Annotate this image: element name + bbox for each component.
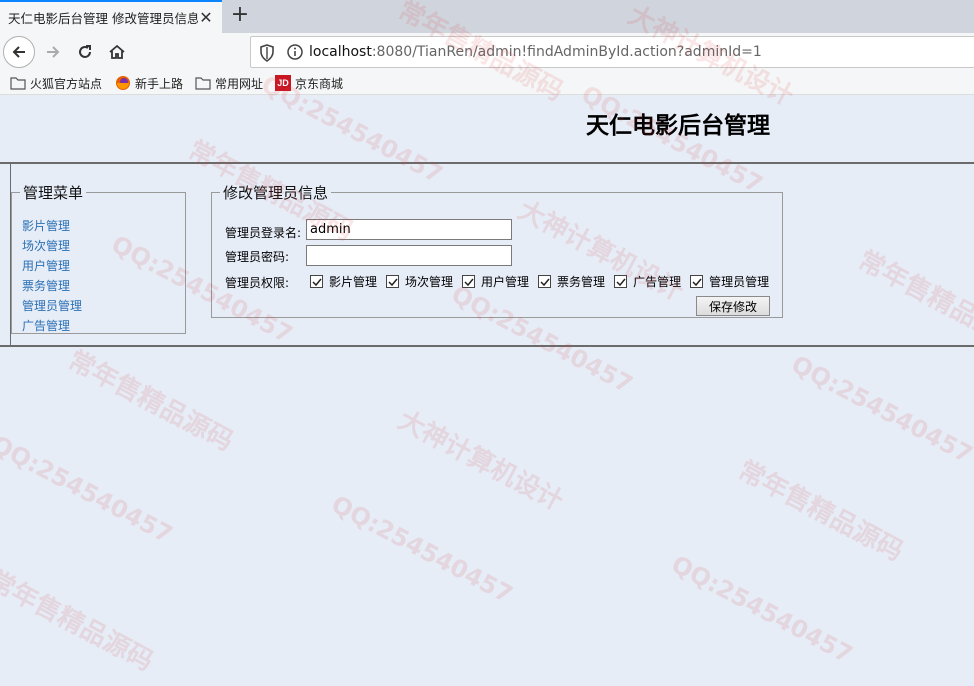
edit-admin-panel: 修改管理员信息 管理员登录名: 管理员密码: 管理员权限: 影片管理 场次管理 …: [211, 182, 783, 318]
save-button[interactable]: 保存修改: [696, 296, 770, 316]
active-tab[interactable]: 天仁电影后台管理 修改管理员信息 ✕: [0, 0, 222, 33]
perm-ads[interactable]: 广告管理: [614, 273, 681, 290]
folder-icon: [10, 77, 26, 90]
back-arrow-icon[interactable]: [3, 36, 35, 68]
tab-title: 天仁电影后台管理 修改管理员信息: [8, 11, 198, 26]
checkbox-checked[interactable]: [310, 275, 323, 288]
url-host: localhost: [309, 44, 372, 60]
perm-label: 影片管理: [329, 275, 378, 289]
url-path: :8080/TianRen/admin!findAdminById.action…: [371, 44, 762, 60]
bookmark-getting-started[interactable]: 新手上路: [115, 74, 183, 92]
bookmark-label: 新手上路: [135, 76, 184, 91]
perm-films[interactable]: 影片管理: [310, 273, 377, 290]
perm-tickets[interactable]: 票务管理: [538, 273, 605, 290]
perm-admins[interactable]: 管理员管理: [690, 273, 769, 290]
menu-item-films[interactable]: 影片管理: [22, 217, 82, 237]
menu-panel: 管理菜单 影片管理 场次管理 用户管理 票务管理 管理员管理 广告管理: [11, 182, 186, 334]
menu-item-screenings[interactable]: 场次管理: [22, 237, 82, 257]
folder-icon: [195, 77, 211, 90]
username-input[interactable]: [306, 219, 512, 240]
menu-item-admins[interactable]: 管理员管理: [22, 297, 82, 317]
menu-legend: 管理菜单: [23, 184, 84, 202]
bookmark-label: 京东商城: [295, 76, 344, 91]
address-bar[interactable]: localhost:8080/TianRen/admin!findAdminBy…: [250, 36, 974, 68]
tracking-shield-icon[interactable]: [259, 44, 275, 65]
bookmark-jd-mall[interactable]: JD 京东商城: [275, 74, 343, 92]
menu-item-tickets[interactable]: 票务管理: [22, 277, 82, 297]
new-tab-plus-icon[interactable]: +: [228, 4, 252, 28]
jd-logo-icon: JD: [275, 75, 291, 91]
bottom-divider: [0, 345, 974, 347]
firefox-icon: [116, 76, 130, 90]
checkbox-checked[interactable]: [386, 275, 400, 288]
perm-label: 用户管理: [481, 275, 530, 289]
bookmark-label: 火狐官方站点: [30, 76, 103, 91]
checkbox-checked[interactable]: [614, 275, 628, 288]
page-title: 天仁电影后台管理: [586, 113, 770, 139]
perm-label: 票务管理: [557, 275, 606, 289]
password-label: 管理员密码:: [225, 250, 290, 264]
bookmark-firefox-site[interactable]: 火狐官方站点: [10, 74, 102, 92]
checkbox-checked[interactable]: [690, 275, 704, 288]
perm-label: 管理员管理: [709, 275, 770, 289]
reload-icon[interactable]: [69, 36, 101, 68]
permissions-group: 影片管理 场次管理 用户管理 票务管理 广告管理 管理员管理: [310, 273, 778, 290]
perm-label: 场次管理: [405, 275, 454, 289]
bookmark-label: 常用网址: [215, 76, 264, 91]
url-text[interactable]: localhost:8080/TianRen/admin!findAdminBy…: [309, 44, 762, 60]
menu-item-ads[interactable]: 广告管理: [22, 317, 82, 337]
close-icon[interactable]: ✕: [198, 8, 214, 27]
site-info-icon[interactable]: [287, 44, 303, 63]
password-input[interactable]: [306, 245, 512, 266]
bookmark-common-sites[interactable]: 常用网址: [195, 74, 263, 92]
permissions-label: 管理员权限:: [225, 276, 290, 290]
tab-bar: 天仁电影后台管理 修改管理员信息 ✕ +: [0, 0, 974, 33]
home-icon[interactable]: [101, 36, 133, 68]
checkbox-checked[interactable]: [538, 275, 552, 288]
menu-list: 影片管理 场次管理 用户管理 票务管理 管理员管理 广告管理: [22, 217, 82, 337]
checkbox-checked[interactable]: [462, 275, 476, 288]
navigation-bar: localhost:8080/TianRen/admin!findAdminBy…: [0, 33, 974, 71]
perm-users[interactable]: 用户管理: [462, 273, 529, 290]
perm-label: 广告管理: [633, 275, 682, 289]
page-content: 天仁电影后台管理 管理菜单 影片管理 场次管理 用户管理 票务管理 管理员管理 …: [0, 96, 974, 686]
username-label: 管理员登录名:: [225, 226, 302, 240]
top-divider: [0, 162, 974, 164]
edit-admin-legend: 修改管理员信息: [223, 184, 329, 202]
perm-screenings[interactable]: 场次管理: [386, 273, 453, 290]
forward-arrow-icon[interactable]: [37, 36, 69, 68]
bookmarks-toolbar: 火狐官方站点 新手上路 常用网址 JD 京东商城: [0, 71, 974, 95]
menu-item-users[interactable]: 用户管理: [22, 257, 82, 277]
